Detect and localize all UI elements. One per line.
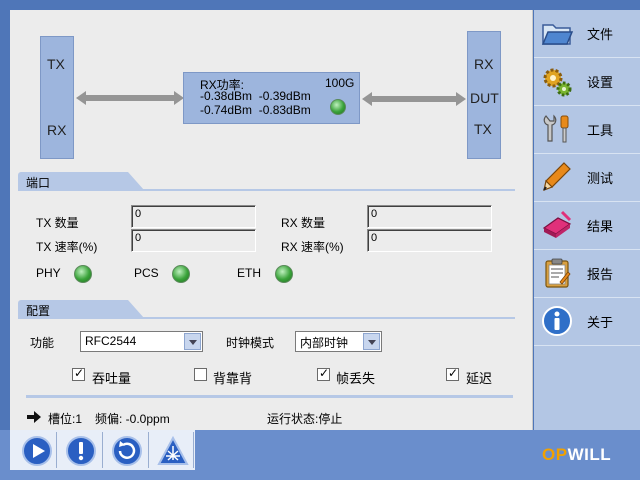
function-select-value: RFC2544: [85, 334, 137, 348]
sidebar-item-settings[interactable]: 设置: [534, 58, 640, 106]
port-section-title: 端口: [26, 176, 51, 190]
phy-led: [74, 265, 92, 283]
slot-status: 槽位:1: [48, 412, 83, 426]
latency-checkbox[interactable]: [446, 366, 459, 381]
logo-op: OP: [542, 445, 568, 464]
info-icon: [542, 306, 572, 336]
frame-loss-checkbox[interactable]: [317, 366, 330, 381]
dut-tx-label: TX: [474, 121, 492, 137]
logo-will: WILL: [567, 445, 612, 464]
freq-offset-status: 频偏: -0.0ppm: [95, 412, 170, 426]
port-section-header: 端口: [18, 172, 515, 192]
tester-box: [40, 36, 74, 159]
rx-rate-label: RX 速率(%): [281, 240, 344, 254]
sidebar-item-label: 工具: [587, 123, 614, 138]
sidebar-item-label: 设置: [587, 75, 614, 90]
eraser-icon: [542, 210, 572, 238]
run-status: 运行状态:停止: [267, 412, 343, 426]
folder-icon: [541, 24, 574, 45]
tools-icon: [543, 114, 569, 143]
chevron-down-icon: [363, 333, 380, 350]
dut-label: DUT: [470, 90, 499, 106]
rx-count-label: RX 数量: [281, 216, 326, 230]
sidebar-item-about[interactable]: 关于: [534, 298, 640, 346]
network-icon[interactable]: [156, 434, 190, 468]
rx-rate-field[interactable]: 0: [367, 229, 492, 252]
alert-icon[interactable]: [64, 434, 98, 468]
config-section-header: 配置: [18, 300, 515, 320]
arrow-right-icon: [27, 411, 41, 423]
sidebar-item-label: 测试: [587, 171, 614, 186]
chevron-down-icon: [184, 333, 201, 350]
function-select[interactable]: RFC2544: [80, 331, 203, 352]
phy-label: PHY: [36, 266, 61, 280]
tester-tx-label: TX: [47, 56, 65, 72]
sidebar-item-label: 结果: [587, 219, 614, 234]
brand-logo: OPWILL: [542, 445, 611, 465]
sidebar-item-label: 关于: [587, 315, 614, 330]
eth-label: ETH: [237, 266, 261, 280]
pcs-label: PCS: [134, 266, 159, 280]
rx-power-row2: -0.74dBm -0.83dBm: [200, 103, 311, 117]
sidebar-item-label: 报告: [587, 267, 614, 282]
sidebar-item-report[interactable]: 报告: [534, 250, 640, 298]
link-arrow-right: [362, 92, 466, 106]
clock-mode-select[interactable]: 内部时钟: [295, 331, 382, 352]
rx-count-field[interactable]: 0: [367, 205, 492, 228]
gears-icon: [543, 68, 572, 97]
clipboard-icon: [545, 258, 571, 288]
rx-power-speed: 100G: [325, 76, 355, 90]
eth-led: [275, 265, 293, 283]
refresh-icon[interactable]: [110, 434, 144, 468]
back-to-back-checkbox[interactable]: [194, 368, 207, 381]
link-arrow-left: [76, 91, 184, 105]
tx-rate-label: TX 速率(%): [36, 240, 98, 254]
link-status-led: [330, 99, 346, 115]
function-label: 功能: [30, 336, 55, 350]
sidebar-item-test[interactable]: 测试: [534, 154, 640, 202]
clock-mode-label: 时钟模式: [226, 336, 275, 350]
config-section-title: 配置: [26, 304, 51, 318]
sidebar-item-tools[interactable]: 工具: [534, 106, 640, 154]
clock-mode-select-value: 内部时钟: [300, 336, 349, 350]
back-to-back-label: 背靠背: [213, 371, 253, 386]
tester-rx-label: RX: [47, 122, 67, 138]
pencil-icon: [543, 162, 571, 191]
dut-rx-label: RX: [474, 56, 494, 72]
tx-count-field[interactable]: 0: [131, 205, 256, 228]
throughput-checkbox[interactable]: [72, 366, 85, 381]
tx-rate-field[interactable]: 0: [131, 229, 256, 252]
latency-label: 延迟: [466, 371, 493, 386]
pcs-led: [172, 265, 190, 283]
tx-count-label: TX 数量: [36, 216, 79, 230]
sidebar-item-file[interactable]: 文件: [534, 10, 640, 58]
sidebar-item-label: 文件: [587, 27, 614, 42]
rx-power-row1: -0.38dBm -0.39dBm: [200, 89, 311, 103]
play-icon[interactable]: [20, 434, 54, 468]
status-divider: [26, 395, 513, 398]
sidebar-item-results[interactable]: 结果: [534, 202, 640, 250]
throughput-label: 吞吐量: [92, 371, 132, 386]
frame-loss-label: 帧丢失: [336, 371, 376, 386]
